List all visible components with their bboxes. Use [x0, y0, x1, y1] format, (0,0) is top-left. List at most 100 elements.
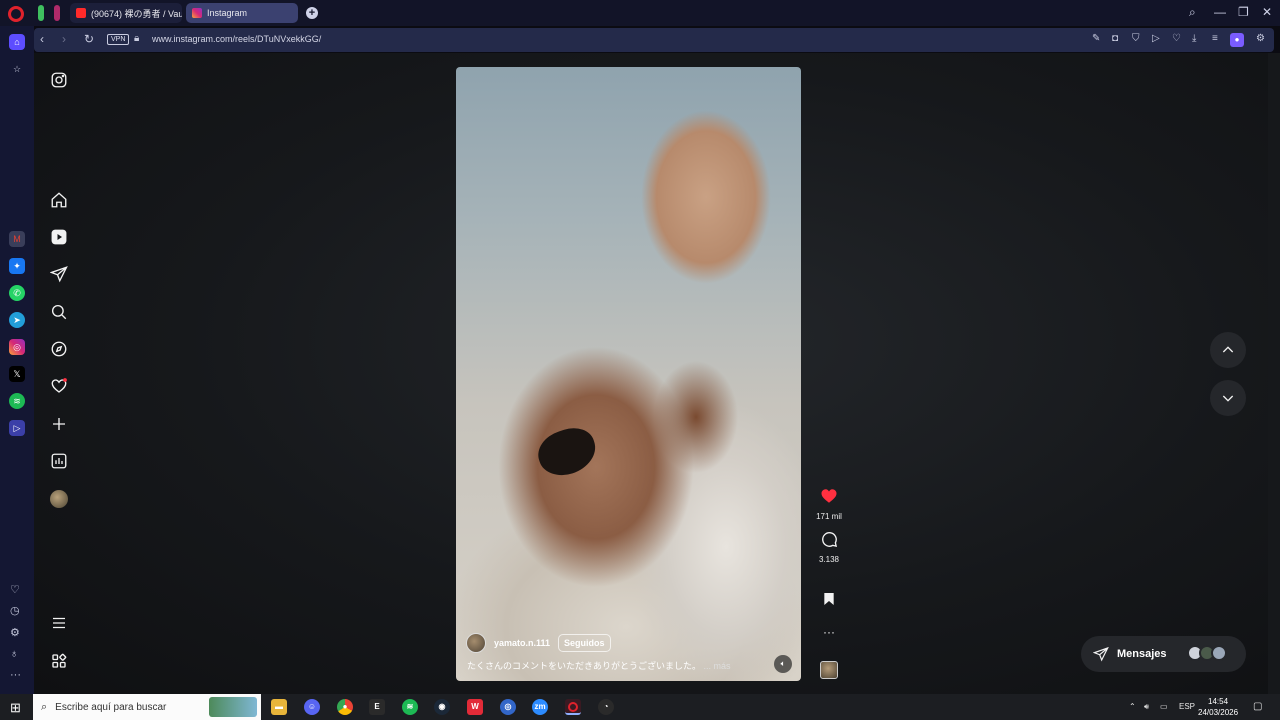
epic-games-icon[interactable]: E [369, 699, 385, 715]
opera-taskbar-icon[interactable] [565, 699, 581, 715]
steam-icon[interactable]: ◉ [434, 699, 450, 715]
url-field[interactable]: www.instagram.com/reels/DTuNVxekkGG/ [152, 34, 321, 44]
opera-logo-icon [568, 702, 578, 712]
language-indicator[interactable]: ESP [1179, 702, 1195, 711]
extension-icon[interactable]: ⚙ [1256, 33, 1265, 44]
messages-label: Mensajes [1117, 648, 1167, 660]
spotify-icon[interactable]: ≋ [402, 699, 418, 715]
close-icon[interactable]: ✕ [1262, 5, 1272, 19]
chevron-down-icon [1222, 395, 1234, 402]
lock-icon[interactable]: 🔒︎ [134, 33, 139, 44]
network-icon[interactable]: ▭ [1160, 702, 1168, 711]
settings-icon[interactable]: ⚙ [10, 626, 20, 639]
tab-youtube[interactable]: (90674) 裸の勇者 / Vaundy [70, 3, 182, 23]
caption-text: たくさんのコメントをいただきありがとうございました。 [467, 661, 702, 671]
new-tab-button[interactable]: + [306, 7, 318, 19]
profile-avatar[interactable] [50, 490, 68, 508]
save-button[interactable] [816, 591, 842, 612]
system-clock[interactable]: 14:54 24/03/2026 [1198, 696, 1238, 718]
explore-icon[interactable] [50, 340, 68, 358]
chevron-up-icon [1222, 346, 1234, 353]
previous-reel-button[interactable] [1210, 332, 1246, 368]
whatsapp-icon[interactable]: ✆ [9, 285, 25, 301]
reload-icon[interactable]: ↻ [84, 32, 94, 46]
home-icon[interactable] [50, 191, 68, 209]
search-icon[interactable] [50, 303, 68, 321]
menu-icon[interactable]: ≡ [1212, 33, 1218, 44]
messages-button[interactable]: Mensajes [1081, 636, 1246, 672]
discord-icon[interactable]: ☺ [304, 699, 320, 715]
play-icon[interactable]: ▷ [1152, 33, 1160, 44]
pinned-tab-instagram[interactable] [54, 5, 60, 21]
star-icon[interactable]: ☆ [9, 61, 25, 77]
tray-chevron-icon[interactable]: ⌃ [1129, 702, 1136, 711]
download-icon[interactable]: ⤓ [1192, 33, 1196, 44]
caption-more-link[interactable]: ... más [704, 661, 731, 671]
dashboard-icon[interactable] [50, 452, 68, 470]
audio-cover-icon [820, 661, 838, 679]
minimize-icon[interactable]: — [1214, 5, 1226, 19]
edit-icon[interactable]: ✎ [1092, 33, 1100, 44]
clock-date: 24/03/2026 [1198, 708, 1239, 717]
more-icon[interactable]: ··· [10, 669, 21, 681]
reel-video[interactable]: yamato.n.111 Seguidos たくさんのコメントをいただきありがと… [456, 67, 801, 681]
opera-logo-icon[interactable] [8, 6, 24, 22]
audio-thumbnail[interactable] [816, 661, 842, 679]
home-icon[interactable]: ⌂ [9, 34, 25, 50]
windows-start-icon[interactable]: ⊞ [10, 700, 21, 716]
instagram-nav-rail [34, 53, 86, 694]
author-username[interactable]: yamato.n.111 [494, 638, 550, 648]
tab-label: Instagram [207, 8, 248, 18]
vpn-badge[interactable]: VPN [107, 34, 130, 45]
next-reel-button[interactable] [1210, 380, 1246, 416]
pinned-tab-whatsapp[interactable] [38, 5, 44, 21]
page-scrollbar[interactable] [1268, 53, 1280, 694]
tab-search-icon[interactable]: ⌕ [1189, 5, 1196, 20]
obs-icon[interactable]: ◔ [598, 699, 614, 715]
following-button[interactable]: Seguidos [558, 634, 611, 652]
reels-icon[interactable] [50, 228, 68, 246]
notifications-icon[interactable] [50, 377, 68, 395]
wps-icon[interactable]: W [467, 699, 483, 715]
telegram-icon[interactable]: ➤ [9, 312, 25, 328]
lightbulb-icon[interactable]: ♁ [10, 648, 18, 660]
instagram-icon[interactable]: ◎ [9, 339, 25, 355]
heart-icon[interactable]: ♡ [1172, 33, 1181, 44]
create-icon[interactable] [50, 415, 68, 433]
direct-message-icon[interactable] [49, 265, 68, 283]
back-icon[interactable]: ‹ [40, 32, 44, 46]
like-button[interactable]: 171 mil [816, 487, 842, 521]
notification-center-icon[interactable]: ▢ [1253, 701, 1262, 712]
author-avatar[interactable] [466, 633, 486, 653]
camera-icon[interactable]: ◘ [1112, 33, 1118, 44]
app-icon[interactable]: ◎ [500, 699, 516, 715]
instagram-logo-icon[interactable] [50, 71, 68, 89]
spotify-icon[interactable]: ≋ [9, 393, 25, 409]
chrome-icon[interactable]: ● [337, 699, 353, 715]
x-icon[interactable]: 𝕏 [9, 366, 25, 382]
bookmark-icon [824, 593, 834, 605]
volume-icon[interactable]: 🔊︎ [1144, 702, 1149, 712]
taskbar-search[interactable]: ⌕ Escribe aquí para buscar [33, 694, 261, 720]
browser-sidebar: ⌂ ☆ M ✦ ✆ ➤ ◎ 𝕏 ≋ ▷ ♡ ◷ ⚙ ♁ ··· [0, 26, 34, 694]
zoom-icon[interactable]: zm [532, 699, 548, 715]
mute-icon[interactable]: 🔈︎ [774, 655, 792, 673]
more-apps-icon[interactable] [50, 652, 68, 670]
menu-icon[interactable] [50, 614, 68, 632]
more-options-icon[interactable]: ··· [816, 625, 842, 639]
tab-instagram[interactable]: Instagram [186, 3, 298, 23]
gmail-icon[interactable]: M [9, 231, 25, 247]
player-icon[interactable]: ▷ [9, 420, 25, 436]
heart-filled-icon [821, 489, 837, 503]
shield-icon[interactable]: ⛉ [1132, 33, 1140, 44]
comment-button[interactable]: 3.138 [816, 530, 842, 564]
file-explorer-icon[interactable]: ▬ [271, 699, 287, 715]
forward-icon[interactable]: › [62, 32, 66, 46]
restore-icon[interactable]: ❐ [1238, 5, 1249, 19]
heart-icon[interactable]: ♡ [10, 583, 20, 596]
history-icon[interactable]: ◷ [10, 604, 20, 617]
profile-icon[interactable]: ● [1230, 33, 1244, 47]
messenger-icon[interactable]: ✦ [9, 258, 25, 274]
search-icon: ⌕ [41, 700, 48, 713]
message-avatar [1211, 645, 1227, 661]
